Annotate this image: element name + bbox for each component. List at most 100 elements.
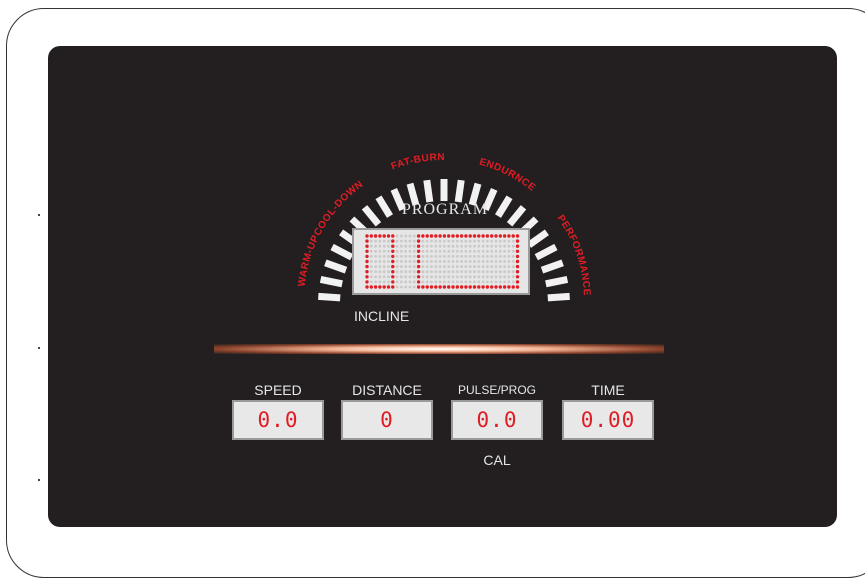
matrix-dot-lit	[455, 285, 459, 289]
matrix-dot	[486, 260, 489, 263]
matrix-dot	[395, 260, 399, 263]
matrix-dot	[473, 249, 476, 253]
matrix-dot-lit	[369, 285, 373, 289]
matrix-dot	[473, 280, 476, 284]
matrix-dot	[374, 244, 377, 248]
matrix-dot	[507, 255, 511, 258]
matrix-dot	[434, 260, 438, 263]
matrix-dot	[481, 255, 485, 258]
divider-glow	[214, 344, 664, 354]
svg-text:FAT-BURN: FAT-BURN	[390, 152, 446, 173]
matrix-dot-lit	[365, 270, 369, 274]
matrix-dot-lit	[451, 234, 455, 238]
matrix-dot	[486, 275, 489, 279]
matrix-dot	[447, 249, 451, 253]
matrix-dot	[486, 280, 489, 284]
matrix-dot-lit	[365, 264, 369, 269]
matrix-dot	[434, 244, 438, 248]
matrix-dot	[378, 280, 382, 284]
matrix-dot	[369, 270, 373, 274]
matrix-dot-lit	[391, 239, 395, 243]
matrix-dot	[438, 239, 442, 243]
matrix-dot	[498, 270, 502, 274]
matrix-dot	[451, 280, 455, 284]
matrix-dot-lit	[365, 254, 369, 259]
matrix-dot	[421, 275, 425, 279]
matrix-dot	[443, 239, 446, 243]
matrix-dot	[430, 244, 433, 248]
matrix-dot	[468, 239, 472, 243]
matrix-dot	[382, 249, 386, 253]
matrix-dot	[468, 280, 472, 284]
matrix-dot	[507, 244, 511, 248]
incline-label: INCLINE	[354, 308, 410, 324]
matrix-dot	[434, 239, 438, 243]
matrix-dot	[468, 249, 472, 253]
matrix-dot	[486, 255, 489, 258]
matrix-dot	[486, 270, 489, 274]
matrix-dot	[443, 249, 446, 253]
matrix-dot	[460, 270, 463, 274]
matrix-dot-lit	[416, 244, 421, 248]
matrix-dot	[378, 265, 382, 268]
matrix-dot	[369, 280, 373, 284]
matrix-dot	[464, 270, 468, 274]
matrix-dot	[387, 270, 390, 274]
distance-display: 0	[341, 400, 433, 440]
matrix-dot	[477, 265, 481, 268]
matrix-dot-lit	[511, 285, 515, 289]
matrix-dot-lit	[429, 285, 434, 289]
matrix-dot	[400, 275, 403, 279]
matrix-dot-lit	[365, 234, 369, 238]
program-level-segment	[534, 243, 558, 261]
matrix-dot	[434, 255, 438, 258]
matrix-dot	[447, 280, 451, 284]
matrix-dot	[511, 260, 515, 263]
matrix-dot-lit	[515, 234, 520, 238]
matrix-dot	[421, 265, 425, 268]
matrix-dot-lit	[442, 285, 447, 289]
matrix-dot	[490, 260, 494, 263]
matrix-dot	[374, 275, 377, 279]
matrix-dot	[494, 265, 498, 268]
speed-display: 0.0	[232, 400, 324, 440]
matrix-dot-lit	[378, 234, 382, 238]
matrix-dot	[374, 239, 377, 243]
matrix-dot-lit	[485, 234, 490, 238]
matrix-dot	[481, 260, 485, 263]
matrix-dot	[473, 275, 476, 279]
matrix-dot	[404, 270, 408, 274]
matrix-dot	[395, 270, 399, 274]
program-level-segment	[526, 229, 549, 248]
matrix-dot	[378, 244, 382, 248]
matrix-dot	[498, 280, 502, 284]
matrix-dot	[378, 270, 382, 274]
matrix-dot	[447, 244, 451, 248]
matrix-dot-lit	[416, 259, 421, 264]
matrix-dot	[494, 270, 498, 274]
matrix-dot	[408, 244, 412, 248]
matrix-dot-lit	[391, 275, 395, 279]
program-level-segment	[540, 259, 564, 274]
matrix-dot	[400, 270, 403, 274]
matrix-dot-lit	[416, 275, 421, 279]
matrix-dot	[421, 270, 425, 274]
program-level-segment	[330, 243, 354, 261]
matrix-dot	[395, 249, 399, 253]
matrix-dot	[473, 260, 476, 263]
matrix-dot	[438, 265, 442, 268]
matrix-dot-lit	[481, 234, 485, 238]
matrix-dot	[486, 239, 489, 243]
matrix-dot-lit	[498, 285, 502, 289]
matrix-dot	[451, 260, 455, 263]
matrix-dot	[425, 275, 429, 279]
matrix-dot-lit	[421, 285, 425, 289]
matrix-dot	[378, 239, 382, 243]
matrix-dot	[369, 244, 373, 248]
matrix-dot	[494, 280, 498, 284]
matrix-dot	[460, 255, 463, 258]
matrix-dot	[404, 275, 408, 279]
matrix-dot-lit	[416, 270, 421, 274]
pulse-prog-label: PULSE/PROG	[457, 383, 537, 397]
matrix-dot	[451, 244, 455, 248]
